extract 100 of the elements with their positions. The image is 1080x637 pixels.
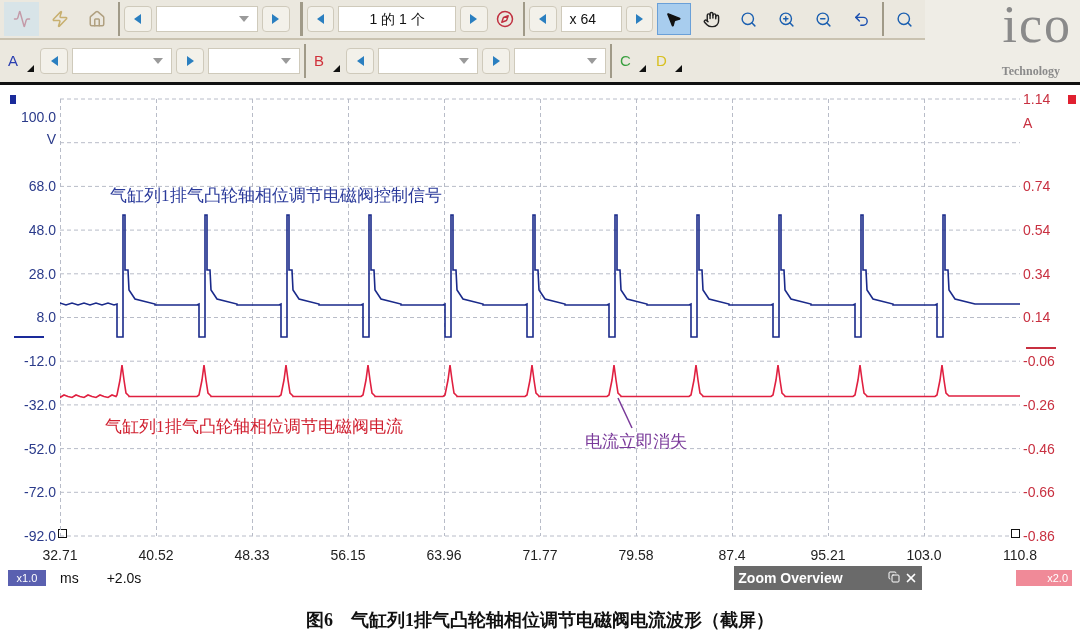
axis-label: 103.0 <box>905 546 943 565</box>
previous-button[interactable] <box>306 6 335 32</box>
current-label: 气缸列1排气凸轮轴相位调节电磁阀电流 <box>105 416 403 438</box>
zoom-area-icon <box>740 10 758 28</box>
waveform-icon <box>12 10 31 28</box>
axis-label: -0.26 <box>1023 396 1055 413</box>
zoom-badge: x2.0 <box>1016 570 1072 586</box>
axis-label: 0.74 <box>1023 178 1051 195</box>
hand-icon <box>702 10 720 28</box>
corner-arrow-icon <box>675 65 682 72</box>
axis-label: 56.15 <box>329 546 367 565</box>
previous-button[interactable] <box>346 48 374 74</box>
axis-label: -0.66 <box>1023 484 1055 501</box>
left-arrow-icon <box>539 14 547 24</box>
axis-label: 40.52 <box>137 546 175 565</box>
dropdown-arrow-icon <box>587 58 597 64</box>
axis-label: -0.06 <box>1023 353 1055 370</box>
axis-label: 1.14 <box>1023 91 1051 107</box>
axis-label: 0.14 <box>1023 309 1051 326</box>
tool-button[interactable] <box>657 3 691 35</box>
axis-label: 100.0 <box>20 109 56 125</box>
previous-button[interactable] <box>40 48 68 74</box>
corner-arrow-icon <box>639 65 646 72</box>
axis-label: -0.46 <box>1023 440 1055 457</box>
logo-text: ico <box>1002 0 1072 50</box>
corner-arrow-icon <box>27 65 34 72</box>
lightning-icon <box>51 10 70 28</box>
figure-number: 图6 <box>306 609 333 632</box>
axis-label: -0.86 <box>1023 527 1055 544</box>
axis-label: 48.33 <box>233 546 271 565</box>
pointer-icon <box>665 10 683 28</box>
time-unit: ms <box>60 568 79 588</box>
axis-label: 32.71 <box>41 546 79 565</box>
axis-label: 48.0 <box>28 222 56 239</box>
axis-label: -32.0 <box>24 396 56 413</box>
next-button[interactable] <box>625 6 654 32</box>
zoom-in-icon <box>777 10 795 28</box>
axis-label: -92.0 <box>24 527 56 544</box>
right-arrow-icon <box>492 56 500 66</box>
axis-label: -12.0 <box>24 353 56 370</box>
axis-label: 87.4 <box>717 546 747 565</box>
next-button[interactable] <box>482 48 510 74</box>
dropdown-arrow-icon <box>239 16 250 22</box>
axis-label: -52.0 <box>24 440 56 457</box>
ruler-handle <box>1011 529 1020 538</box>
zero-marker <box>1026 347 1056 349</box>
home-icon <box>88 10 107 28</box>
signal-label: 气缸列1排气凸轮轴相位调节电磁阀控制信号 <box>110 185 442 207</box>
undo-icon <box>852 10 870 28</box>
axis-label: 79.58 <box>617 546 655 565</box>
next-button[interactable] <box>262 6 290 32</box>
zoom-reset-icon <box>895 10 913 28</box>
axis-label: 0.34 <box>1023 265 1051 282</box>
next-button[interactable] <box>176 48 204 74</box>
axis-label: 110.8 <box>1002 546 1038 565</box>
zoom-factor: x 64 <box>560 6 622 32</box>
channel-button[interactable]: A <box>4 46 36 76</box>
dropdown-arrow-icon <box>281 58 291 64</box>
leader-line <box>617 397 633 429</box>
zoom-overview-panel[interactable]: Zoom Overview <box>734 566 923 590</box>
time-offset: +2.0s <box>106 568 142 588</box>
next-button[interactable] <box>460 6 488 32</box>
axis-unit: V <box>46 131 56 147</box>
zoom-out-icon <box>815 10 833 28</box>
left-arrow-icon <box>356 56 364 66</box>
axis-label: -72.0 <box>24 484 56 501</box>
axis-label: 68.0 <box>28 178 56 195</box>
channel-button[interactable]: B <box>310 46 342 76</box>
right-arrow-icon <box>186 56 194 66</box>
panel-title: Zoom Overview <box>738 568 843 588</box>
channel-button[interactable]: C <box>616 46 648 76</box>
axis-label: 71.77 <box>521 546 559 565</box>
right-arrow-icon <box>635 14 643 24</box>
previous-button[interactable] <box>124 6 152 32</box>
previous-button[interactable] <box>529 6 557 32</box>
compass-icon <box>496 10 515 28</box>
axis-label: 0.54 <box>1023 222 1051 239</box>
corner-arrow-icon <box>333 65 340 72</box>
axis-label: 95.21 <box>809 546 847 565</box>
annotation-label: 电流立即消失 <box>585 431 687 453</box>
ruler-handle <box>58 529 67 538</box>
dropdown-arrow-icon <box>153 58 163 64</box>
zero-marker <box>14 336 44 338</box>
axis-label: 8.0 <box>36 309 56 326</box>
axis-label: 63.96 <box>425 546 463 565</box>
right-arrow-icon <box>272 14 280 24</box>
restore-icon <box>888 571 901 583</box>
left-arrow-icon <box>50 56 58 66</box>
left-arrow-icon <box>134 14 142 24</box>
axis-label: 28.0 <box>28 265 56 282</box>
right-arrow-icon <box>470 14 478 24</box>
dropdown-arrow-icon <box>459 58 469 64</box>
channel-marker <box>1068 95 1076 104</box>
logo-subtitle: Technology <box>1001 63 1060 80</box>
page-indicator: 1 的 1 个 <box>338 6 456 32</box>
axis-unit: A <box>1023 115 1033 131</box>
left-arrow-icon <box>316 14 324 24</box>
channel-marker <box>10 95 16 104</box>
zoom-badge: x1.0 <box>8 570 46 586</box>
figure-caption: 气缸列1排气凸轮轴相位调节电磁阀电流波形（截屏） <box>351 609 774 632</box>
